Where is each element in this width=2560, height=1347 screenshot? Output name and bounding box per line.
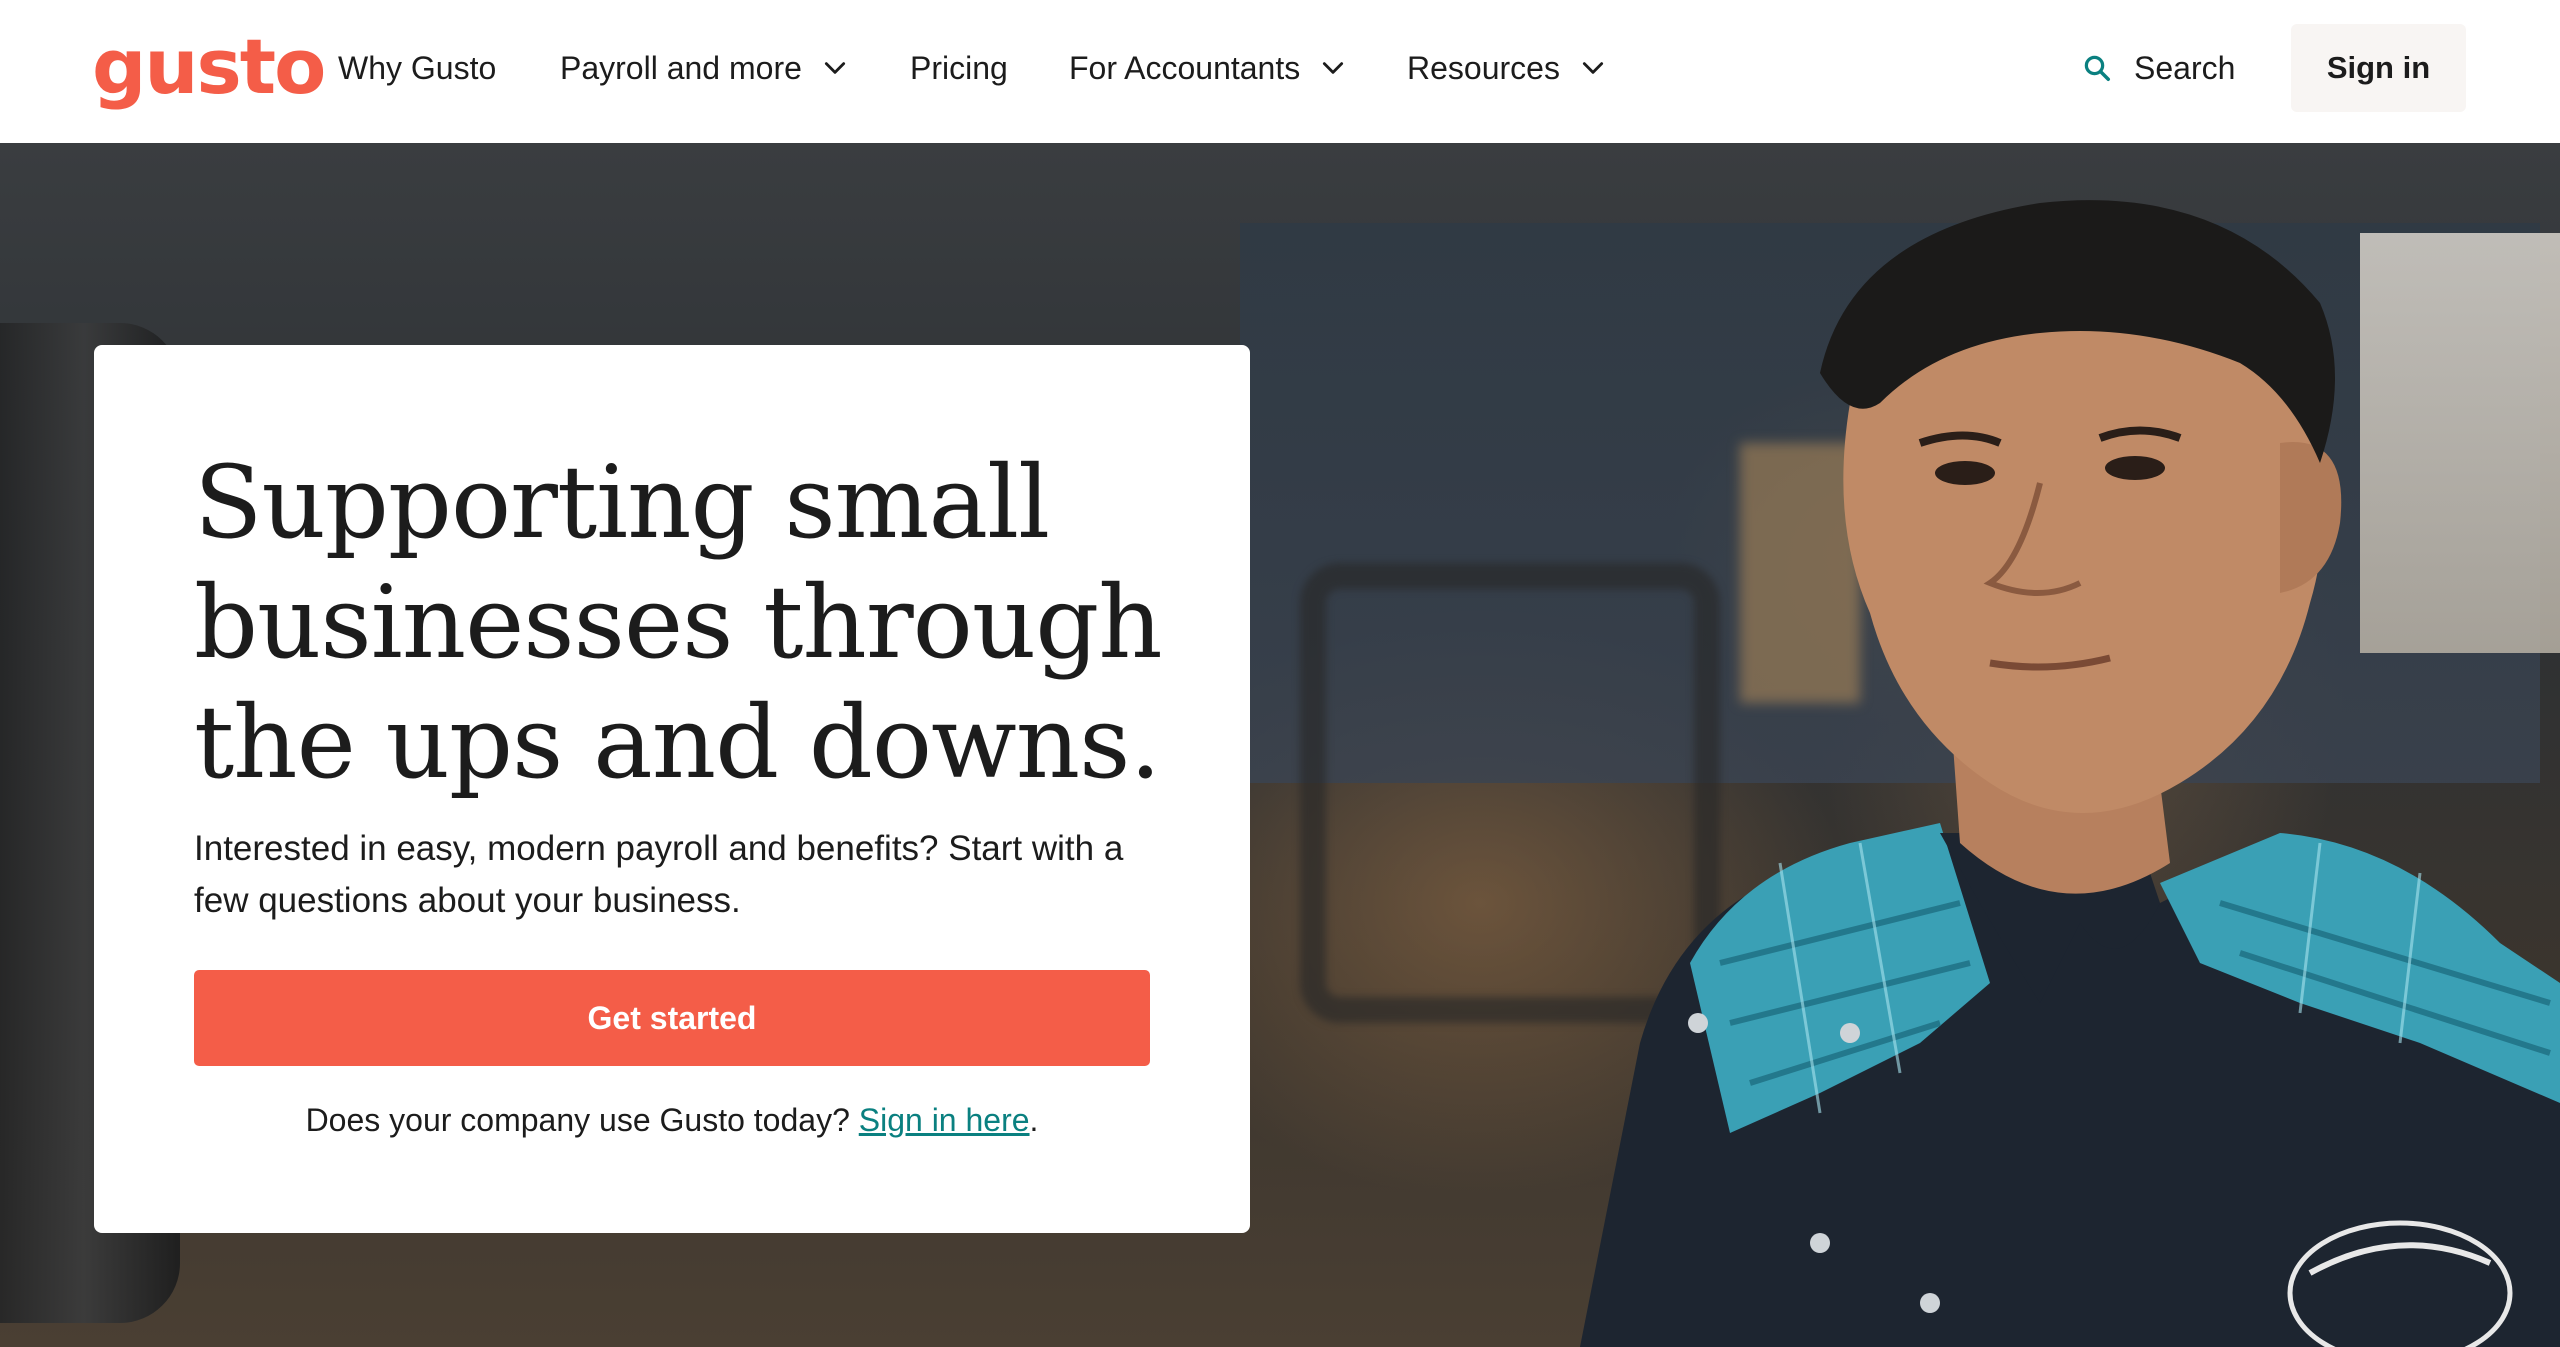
chevron-down-icon xyxy=(824,62,845,74)
chevron-down-icon xyxy=(1323,62,1344,74)
sign-in-button[interactable]: Sign in xyxy=(2291,24,2466,112)
gusto-logo[interactable]: gusto xyxy=(92,22,326,112)
hero-subtext: Interested in easy, modern payroll and b… xyxy=(194,829,1124,920)
nav-pricing[interactable]: Pricing xyxy=(910,40,1008,96)
search-icon xyxy=(2084,55,2110,81)
nav-pricing-label: Pricing xyxy=(910,49,1008,86)
site-header: gusto Why Gusto Payroll and more Pricing… xyxy=(0,0,2560,143)
nav-payroll-and-more-label: Payroll and more xyxy=(560,49,802,86)
hero-card: Supporting small businesses through the … xyxy=(94,345,1250,1233)
nav-resources-label: Resources xyxy=(1407,49,1560,86)
existing-customer-prompt: Does your company use Gusto today? Sign … xyxy=(94,1095,1250,1145)
nav-resources[interactable]: Resources xyxy=(1407,40,1606,96)
hero-photo-person xyxy=(1520,143,2560,1347)
sign-in-label: Sign in xyxy=(2326,50,2431,85)
hero-section: Supporting small businesses through the … xyxy=(0,143,2560,1347)
sign-in-here-link[interactable]: Sign in here xyxy=(859,1102,1030,1138)
chevron-down-icon xyxy=(1582,62,1604,74)
nav-why-gusto[interactable]: Why Gusto xyxy=(338,40,496,96)
existing-customer-text: Does your company use Gusto today? xyxy=(305,1102,859,1138)
headline-line-2: businesses through xyxy=(194,564,1163,681)
get-started-button[interactable]: Get started xyxy=(194,970,1150,1066)
hero-headline: Supporting small businesses through the … xyxy=(194,443,1174,803)
headline-line-1: Supporting small xyxy=(194,444,1050,561)
search-button[interactable]: Search xyxy=(2082,40,2235,96)
search-label: Search xyxy=(2134,49,2236,86)
nav-for-accountants[interactable]: For Accountants xyxy=(1069,40,1346,96)
nav-for-accountants-label: For Accountants xyxy=(1069,49,1301,86)
headline-line-3: the ups and downs. xyxy=(194,684,1161,801)
existing-customer-suffix: . xyxy=(1029,1102,1039,1138)
nav-payroll-and-more[interactable]: Payroll and more xyxy=(560,40,848,96)
nav-why-gusto-label: Why Gusto xyxy=(338,49,497,86)
